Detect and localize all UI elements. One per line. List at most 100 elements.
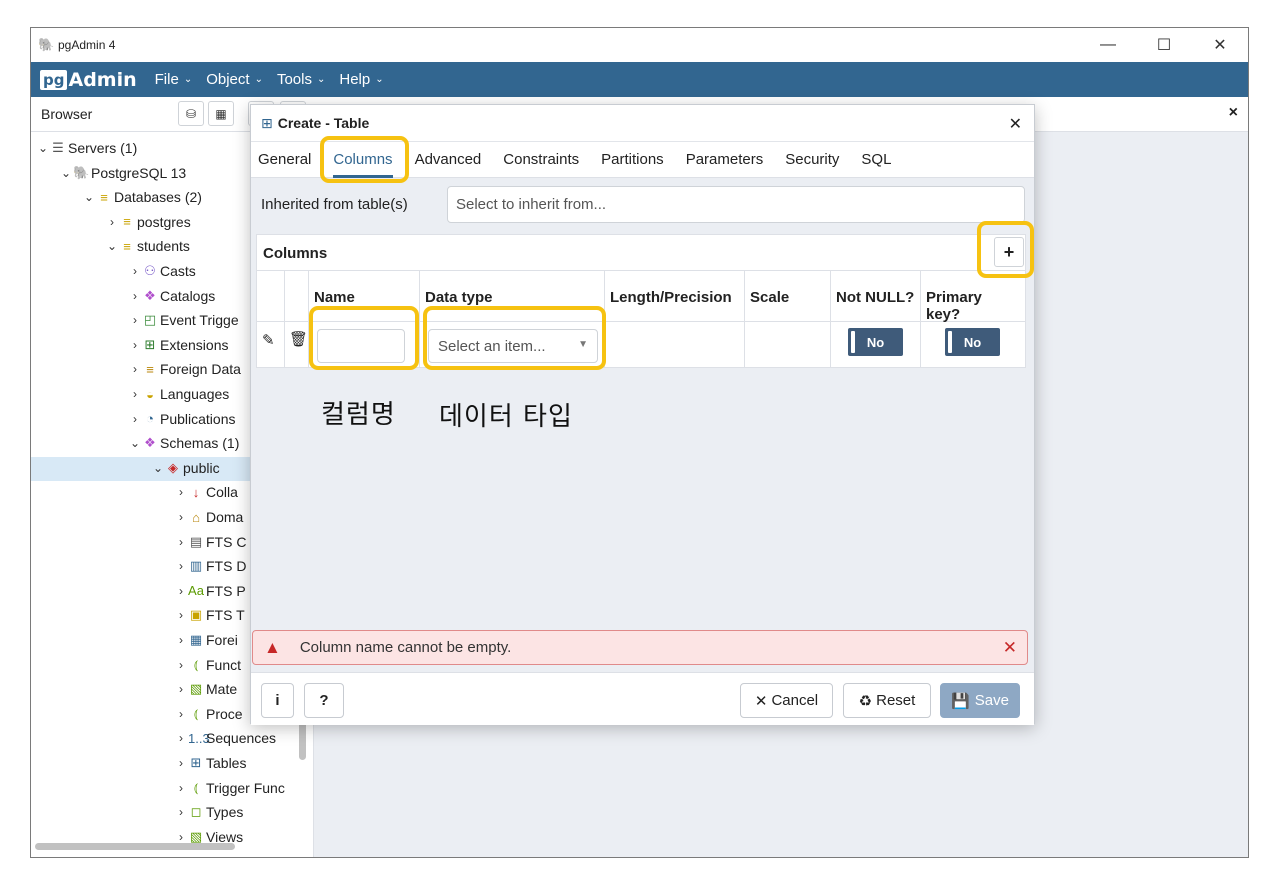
cancel-button[interactable]: ✕ Cancel bbox=[740, 683, 833, 718]
chevron-right-icon[interactable]: › bbox=[128, 387, 142, 401]
chevron-right-icon[interactable]: › bbox=[174, 485, 188, 499]
chevron-right-icon[interactable]: › bbox=[174, 830, 188, 844]
scale-cell[interactable] bbox=[745, 322, 831, 368]
maximize-button[interactable]: ☐ bbox=[1136, 28, 1192, 62]
chevron-right-icon[interactable]: › bbox=[174, 682, 188, 696]
not-null-toggle[interactable]: No bbox=[848, 328, 903, 356]
close-panel-icon[interactable]: × bbox=[1229, 104, 1238, 122]
query-tool-icon[interactable]: ⛁ bbox=[178, 101, 204, 126]
add-column-button[interactable]: + bbox=[994, 237, 1024, 267]
tree-item[interactable]: › ◒ Languages bbox=[128, 382, 229, 406]
menu-object[interactable]: Object ⌄ bbox=[206, 71, 263, 88]
trash-icon[interactable]: 🗑 bbox=[289, 330, 308, 348]
reset-button[interactable]: ♻ Reset bbox=[843, 683, 931, 718]
chevron-right-icon[interactable]: › bbox=[128, 289, 142, 303]
tree-item[interactable]: › ≡ Foreign Data bbox=[128, 357, 241, 381]
tree-item[interactable]: › ❖ Catalogs bbox=[128, 284, 215, 308]
menu-file[interactable]: File ⌄ bbox=[155, 71, 193, 88]
tab-advanced[interactable]: Advanced bbox=[415, 142, 482, 178]
tree-item[interactable]: › ⦅ Funct bbox=[174, 653, 241, 677]
tree-item[interactable]: ⌄ ❖ Schemas (1) bbox=[128, 431, 239, 455]
length-cell[interactable] bbox=[605, 322, 745, 368]
menu-help[interactable]: Help ⌄ bbox=[339, 71, 383, 88]
tree-item[interactable]: ⌄ ☰ Servers (1) bbox=[36, 136, 137, 160]
chevron-right-icon[interactable]: › bbox=[174, 510, 188, 524]
chevron-down-icon[interactable]: ⌄ bbox=[151, 461, 165, 475]
tab-security[interactable]: Security bbox=[785, 142, 839, 178]
tree-item[interactable]: › ⊞ Tables bbox=[174, 751, 246, 775]
tree-item[interactable]: › ≡ postgres bbox=[105, 210, 191, 234]
tree-item[interactable]: › ⦅ Proce bbox=[174, 702, 243, 726]
tree-item[interactable]: › ◰ Event Trigge bbox=[128, 308, 239, 332]
chevron-right-icon[interactable]: › bbox=[174, 535, 188, 549]
save-button[interactable]: 💾 Save bbox=[940, 683, 1020, 718]
menu-label: Tools bbox=[276, 71, 312, 88]
tree-node-icon: ≡ bbox=[100, 189, 108, 205]
data-type-select[interactable]: Select an item... ▼ bbox=[428, 329, 598, 363]
close-dialog-icon[interactable]: ✕ bbox=[1009, 114, 1022, 134]
minimize-button[interactable]: — bbox=[1080, 28, 1136, 62]
chevron-right-icon[interactable]: › bbox=[105, 215, 119, 229]
tree-item[interactable]: › ▧ Mate bbox=[174, 677, 237, 701]
menu-bar: pg Admin File ⌄ Object ⌄ Tools ⌄ Help ⌄ bbox=[31, 62, 1248, 97]
close-window-button[interactable]: ✕ bbox=[1192, 28, 1248, 62]
tree-item[interactable]: › ▥ FTS D bbox=[174, 554, 246, 578]
chevron-right-icon[interactable]: › bbox=[174, 756, 188, 770]
tree-item[interactable]: ⌄ 🐘 PostgreSQL 13 bbox=[59, 161, 186, 185]
tree-item[interactable]: › ⚇ Casts bbox=[128, 259, 196, 283]
tree-item[interactable]: › ◻ Types bbox=[174, 800, 243, 824]
chevron-right-icon[interactable]: › bbox=[174, 781, 188, 795]
chevron-down-icon[interactable]: ⌄ bbox=[105, 239, 119, 253]
view-data-icon[interactable]: ▦ bbox=[208, 101, 234, 126]
tree-item[interactable]: ⌄ ◈ public bbox=[151, 456, 220, 480]
chevron-right-icon[interactable]: › bbox=[174, 658, 188, 672]
primary-key-toggle[interactable]: No bbox=[945, 328, 1000, 356]
menu-tools[interactable]: Tools ⌄ bbox=[277, 71, 325, 88]
horizontal-scrollbar[interactable] bbox=[35, 843, 235, 850]
tab-partitions[interactable]: Partitions bbox=[601, 142, 664, 178]
tree-item[interactable]: › ⊞ Extensions bbox=[128, 333, 228, 357]
column-name-input[interactable] bbox=[317, 329, 405, 363]
tab-parameters[interactable]: Parameters bbox=[686, 142, 764, 178]
tree-item[interactable]: ⌄ ≡ Databases (2) bbox=[82, 185, 202, 209]
chevron-right-icon[interactable]: › bbox=[174, 559, 188, 573]
inherit-select[interactable]: Select to inherit from... bbox=[447, 186, 1025, 223]
tree-item[interactable]: › ▦ Forei bbox=[174, 628, 238, 652]
tab-constraints[interactable]: Constraints bbox=[503, 142, 579, 178]
tree-item[interactable]: › ◔ Publications bbox=[128, 407, 236, 431]
chevron-right-icon[interactable]: › bbox=[128, 362, 142, 376]
chevron-right-icon[interactable]: › bbox=[174, 707, 188, 721]
tree-item[interactable]: › ↓ Colla bbox=[174, 480, 238, 504]
tree-item-label: Forei bbox=[206, 632, 238, 648]
chevron-right-icon[interactable]: › bbox=[128, 412, 142, 426]
tab-general[interactable]: General bbox=[258, 142, 311, 178]
tab-columns[interactable]: Columns bbox=[333, 142, 393, 178]
tree-item[interactable]: › ⦅ Trigger Func bbox=[174, 776, 285, 800]
tree-item[interactable]: › 1..3 Sequences bbox=[174, 726, 276, 750]
chevron-right-icon[interactable]: › bbox=[174, 805, 188, 819]
chevron-down-icon[interactable]: ⌄ bbox=[59, 166, 73, 180]
edit-icon[interactable]: ✎ bbox=[262, 331, 275, 349]
tree-item[interactable]: › ▤ FTS C bbox=[174, 530, 246, 554]
chevron-right-icon[interactable]: › bbox=[128, 264, 142, 278]
chevron-right-icon[interactable]: › bbox=[128, 313, 142, 327]
chevron-right-icon[interactable]: › bbox=[174, 633, 188, 647]
tree-item[interactable]: ⌄ ≡ students bbox=[105, 234, 190, 258]
tree-node-icon: ⌂ bbox=[192, 509, 200, 525]
tree-node-icon: ◒ bbox=[146, 386, 154, 402]
chevron-right-icon[interactable]: › bbox=[128, 338, 142, 352]
dismiss-error-icon[interactable]: ✕ bbox=[1003, 638, 1017, 658]
tab-sql[interactable]: SQL bbox=[861, 142, 891, 178]
chevron-down-icon[interactable]: ⌄ bbox=[128, 436, 142, 450]
tree-item[interactable]: › ⌂ Doma bbox=[174, 505, 243, 529]
chevron-right-icon[interactable]: › bbox=[174, 584, 188, 598]
tree-scrollbar[interactable] bbox=[299, 720, 306, 760]
chevron-right-icon[interactable]: › bbox=[174, 731, 188, 745]
tree-item[interactable]: › Aa FTS P bbox=[174, 579, 246, 603]
help-button[interactable]: ? bbox=[304, 683, 344, 718]
chevron-down-icon[interactable]: ⌄ bbox=[36, 141, 50, 155]
tree-item[interactable]: › ▣ FTS T bbox=[174, 603, 245, 627]
info-button[interactable]: i bbox=[261, 683, 294, 718]
chevron-down-icon[interactable]: ⌄ bbox=[82, 190, 96, 204]
chevron-right-icon[interactable]: › bbox=[174, 608, 188, 622]
